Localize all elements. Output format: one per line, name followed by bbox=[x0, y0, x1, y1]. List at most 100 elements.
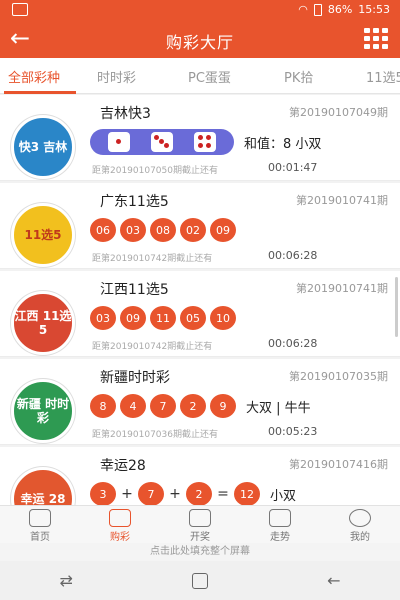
cart-icon bbox=[109, 509, 131, 527]
nav-home[interactable]: 首页 bbox=[0, 506, 80, 543]
countdown: 00:05:23 bbox=[268, 425, 318, 438]
category-tabs: 全部彩种 时时彩 PC蛋蛋 PK拾 11选5 bbox=[0, 58, 400, 94]
result-ball: 2 bbox=[180, 394, 206, 418]
lottery-name: 幸运28 bbox=[100, 458, 146, 474]
dice-four-icon bbox=[193, 132, 216, 152]
issue-number: 第2019010741期 bbox=[296, 194, 388, 207]
lottery-item[interactable]: 江西 11选5 江西11选5 第2019010741期 03 09 11 05 … bbox=[0, 271, 400, 357]
nav-label: 开奖 bbox=[190, 532, 210, 543]
lottery-logo: 新疆 时时彩 bbox=[11, 379, 75, 443]
result-ball: 06 bbox=[90, 218, 116, 242]
countdown: 00:06:28 bbox=[268, 249, 318, 262]
back-icon[interactable]: ← bbox=[327, 571, 340, 590]
nav-draw[interactable]: 开奖 bbox=[160, 506, 240, 543]
draw-result: 和值：8 小双 bbox=[90, 129, 321, 155]
issue-number: 第20190107035期 bbox=[289, 370, 388, 383]
recent-apps-icon[interactable]: ⇄ bbox=[60, 571, 73, 590]
gift-icon bbox=[189, 509, 211, 527]
countdown: 00:06:28 bbox=[268, 337, 318, 350]
result-ball: 7 bbox=[138, 482, 164, 505]
draw-result: 3 + 7 + 2 = 12 小双 bbox=[90, 481, 296, 505]
lottery-logo: 11选5 bbox=[11, 203, 75, 267]
equals-sign: = bbox=[217, 486, 229, 502]
result-ball: 03 bbox=[120, 218, 146, 242]
deadline-label: 距第2019010742期截止还有 bbox=[92, 342, 213, 352]
chart-icon bbox=[269, 509, 291, 527]
countdown: 00:01:47 bbox=[268, 161, 318, 174]
plus-sign: + bbox=[169, 486, 181, 502]
result-ball: 02 bbox=[180, 218, 206, 242]
tab-all[interactable]: 全部彩种 bbox=[8, 67, 60, 86]
deadline-label: 距第2019010742期截止还有 bbox=[92, 254, 213, 264]
lottery-logo: 江西 11选5 bbox=[11, 291, 75, 355]
dice-three-icon bbox=[150, 132, 173, 152]
result-sum-ball: 12 bbox=[234, 482, 260, 505]
system-nav-bar: ⇄ ← bbox=[0, 561, 400, 600]
fullscreen-hint[interactable]: 点击此处填充整个屏幕 bbox=[0, 543, 400, 561]
home-button-icon[interactable] bbox=[192, 572, 208, 589]
lottery-item[interactable]: 幸运 28 幸运28 第20190107416期 3 + 7 + 2 = 12 … bbox=[0, 447, 400, 505]
plus-sign: + bbox=[121, 486, 133, 502]
nav-label: 我的 bbox=[350, 532, 370, 543]
issue-number: 第20190107416期 bbox=[289, 458, 388, 471]
user-icon bbox=[349, 509, 371, 527]
result-summary: 大双 | 牛牛 bbox=[246, 400, 311, 416]
dice-result bbox=[90, 129, 234, 155]
tab-pcdandan[interactable]: PC蛋蛋 bbox=[188, 67, 231, 86]
result-ball: 9 bbox=[210, 394, 236, 418]
tab-shishicai[interactable]: 时时彩 bbox=[97, 67, 136, 86]
grid-menu-icon[interactable] bbox=[364, 28, 388, 50]
result-ball: 11 bbox=[150, 306, 176, 330]
issue-number: 第20190107049期 bbox=[289, 106, 388, 119]
page-title: 购彩大厅 bbox=[165, 33, 234, 52]
lottery-logo: 幸运 28 bbox=[11, 467, 75, 505]
result-summary: 小双 bbox=[270, 488, 297, 504]
active-tab-indicator bbox=[4, 91, 76, 94]
draw-result: 03 09 11 05 10 bbox=[90, 305, 236, 331]
clock: 15:53 bbox=[358, 3, 390, 16]
nav-label: 首页 bbox=[30, 532, 50, 543]
top-app-bar: ← 购彩大厅 bbox=[0, 20, 400, 58]
lottery-item[interactable]: 快3 吉林 吉林快3 第20190107049期 和值：8 小双 距第20190… bbox=[0, 95, 400, 181]
result-ball: 08 bbox=[150, 218, 176, 242]
draw-result: 8 4 7 2 9 大双 | 牛牛 bbox=[90, 393, 311, 419]
lottery-list: 快3 吉林 吉林快3 第20190107049期 和值：8 小双 距第20190… bbox=[0, 95, 400, 505]
nav-label: 走势 bbox=[270, 532, 290, 543]
result-summary: 和值：8 小双 bbox=[244, 136, 322, 152]
result-ball: 8 bbox=[90, 394, 116, 418]
lottery-name: 江西11选5 bbox=[100, 282, 169, 298]
result-ball: 09 bbox=[120, 306, 146, 330]
battery-icon bbox=[313, 3, 322, 16]
draw-result: 06 03 08 02 09 bbox=[90, 217, 236, 243]
lottery-logo: 快3 吉林 bbox=[11, 115, 75, 179]
lottery-item[interactable]: 新疆 时时彩 新疆时时彩 第20190107035期 8 4 7 2 9 大双 … bbox=[0, 359, 400, 445]
tab-11x5[interactable]: 11选5 bbox=[366, 67, 400, 86]
tab-pk10[interactable]: PK拾 bbox=[284, 67, 313, 86]
lottery-name: 广东11选5 bbox=[100, 194, 169, 210]
lottery-item[interactable]: 11选5 广东11选5 第2019010741期 06 03 08 02 09 … bbox=[0, 183, 400, 269]
deadline-label: 距第20190107036期截止还有 bbox=[92, 430, 218, 440]
scrollbar[interactable] bbox=[395, 277, 398, 337]
nav-mine[interactable]: 我的 bbox=[320, 506, 400, 543]
result-ball: 05 bbox=[180, 306, 206, 330]
status-right: ◠ 86% 15:53 bbox=[298, 3, 390, 16]
bottom-nav: 首页 购彩 开奖 走势 我的 bbox=[0, 505, 400, 543]
result-ball: 2 bbox=[186, 482, 212, 505]
result-ball: 10 bbox=[210, 306, 236, 330]
result-ball: 3 bbox=[90, 482, 116, 505]
lottery-name: 吉林快3 bbox=[100, 106, 151, 122]
result-ball: 03 bbox=[90, 306, 116, 330]
lottery-name: 新疆时时彩 bbox=[100, 370, 170, 386]
battery-percent: 86% bbox=[327, 3, 353, 16]
nav-buy[interactable]: 购彩 bbox=[80, 506, 160, 543]
nav-label: 购彩 bbox=[110, 532, 130, 543]
deadline-label: 距第20190107050期截止还有 bbox=[92, 166, 218, 176]
result-ball: 7 bbox=[150, 394, 176, 418]
nav-trend[interactable]: 走势 bbox=[240, 506, 320, 543]
issue-number: 第2019010741期 bbox=[296, 282, 388, 295]
home-icon bbox=[29, 509, 51, 527]
result-ball: 4 bbox=[120, 394, 146, 418]
result-ball: 09 bbox=[210, 218, 236, 242]
wifi-icon: ◠ bbox=[298, 3, 308, 16]
status-bar: ◠ 86% 15:53 bbox=[0, 0, 400, 20]
